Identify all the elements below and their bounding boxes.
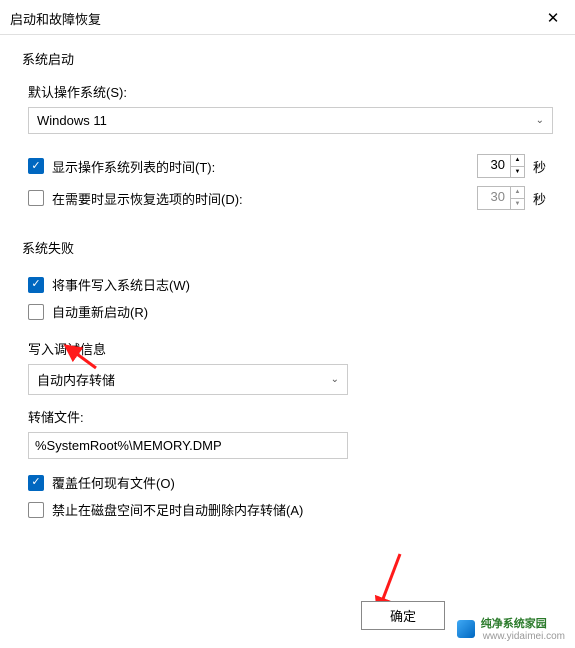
auto-restart-checkbox[interactable]	[28, 304, 44, 320]
debug-info-value: 自动内存转储	[37, 370, 115, 389]
os-list-seconds-spinner[interactable]: 30 ▲ ▼	[477, 154, 525, 178]
default-os-select[interactable]: Windows 11 ⌄	[28, 107, 553, 134]
spinner-down-icon[interactable]: ▼	[511, 167, 524, 178]
debug-info-select[interactable]: 自动内存转储 ⌄	[28, 364, 348, 395]
watermark-text1: 纯净系统家园	[481, 615, 565, 631]
show-os-list-checkbox[interactable]: ✓	[28, 158, 44, 174]
ok-button[interactable]: 确定	[361, 601, 445, 630]
disable-auto-delete-checkbox[interactable]	[28, 502, 44, 518]
close-button[interactable]: ✕	[541, 6, 565, 30]
watermark-text2: www.yidaimei.com	[483, 631, 565, 642]
show-os-list-row: ✓ 显示操作系统列表的时间(T): 30 ▲ ▼ 秒	[28, 150, 553, 182]
show-recovery-label: 在需要时显示恢复选项的时间(D):	[52, 189, 243, 208]
system-startup-section: 系统启动 默认操作系统(S): Windows 11 ⌄ ✓ 显示操作系统列表的…	[22, 49, 553, 214]
dump-file-label: 转储文件:	[28, 407, 553, 426]
check-icon: ✓	[31, 279, 40, 290]
show-os-list-label: 显示操作系统列表的时间(T):	[52, 157, 215, 176]
spinner-up-icon: ▲	[511, 187, 524, 199]
os-list-seconds-value: 30	[478, 155, 510, 177]
spinner-down-icon: ▼	[511, 199, 524, 210]
watermark-logo-icon	[457, 620, 475, 638]
dump-file-input[interactable]	[28, 432, 348, 459]
chevron-down-icon: ⌄	[536, 115, 544, 126]
overwrite-checkbox[interactable]: ✓	[28, 475, 44, 491]
check-icon: ✓	[31, 477, 40, 488]
dialog-content: 系统启动 默认操作系统(S): Windows 11 ⌄ ✓ 显示操作系统列表的…	[0, 35, 575, 557]
debug-info-title: 写入调试信息	[28, 339, 553, 358]
chevron-down-icon: ⌄	[331, 374, 339, 385]
button-row: 确定	[361, 601, 445, 630]
system-failure-section: 系统失败 ✓ 将事件写入系统日志(W) 自动重新启动(R) 写入调试信息 自动内…	[22, 238, 553, 523]
titlebar: 启动和故障恢复 ✕	[0, 0, 575, 35]
auto-restart-label: 自动重新启动(R)	[52, 302, 148, 321]
recovery-seconds-value: 30	[478, 187, 510, 209]
show-recovery-row: 在需要时显示恢复选项的时间(D): 30 ▲ ▼ 秒	[28, 182, 553, 214]
default-os-label: 默认操作系统(S):	[28, 82, 553, 101]
show-recovery-checkbox[interactable]	[28, 190, 44, 206]
check-icon: ✓	[31, 161, 40, 172]
disable-auto-delete-label: 禁止在磁盘空间不足时自动删除内存转储(A)	[52, 500, 303, 519]
watermark: 纯净系统家园 www.yidaimei.com	[457, 615, 565, 642]
recovery-seconds-spinner: 30 ▲ ▼	[477, 186, 525, 210]
overwrite-label: 覆盖任何现有文件(O)	[52, 473, 175, 492]
write-log-checkbox[interactable]: ✓	[28, 277, 44, 293]
default-os-value: Windows 11	[37, 113, 107, 128]
seconds-unit: 秒	[533, 189, 553, 208]
spinner-up-icon[interactable]: ▲	[511, 155, 524, 167]
system-startup-title: 系统启动	[22, 49, 553, 68]
close-icon: ✕	[547, 9, 560, 27]
system-failure-title: 系统失败	[22, 238, 553, 257]
seconds-unit: 秒	[533, 157, 553, 176]
write-log-label: 将事件写入系统日志(W)	[52, 275, 190, 294]
window-title: 启动和故障恢复	[10, 9, 101, 28]
